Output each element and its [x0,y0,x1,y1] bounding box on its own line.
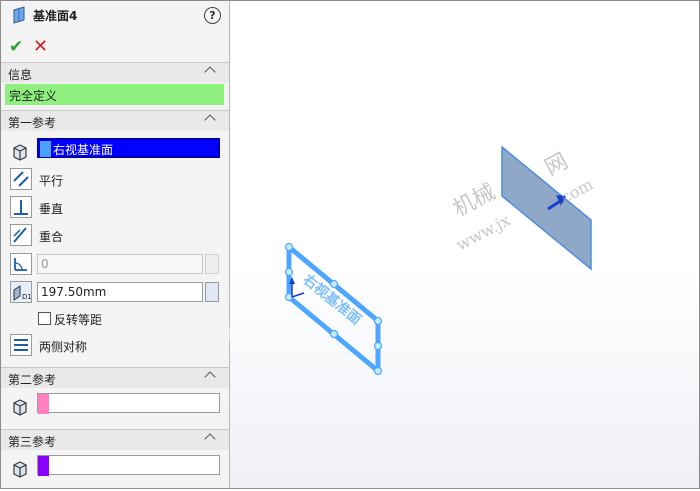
perpendicular-label: 垂直 [39,202,64,216]
distance-input[interactable]: 197.50mm [37,282,203,302]
watermark-text: 网 [541,149,572,181]
second-reference-selection[interactable] [37,393,220,414]
mid-plane-label: 两侧对称 [39,340,88,354]
flip-offset-label: 反转等距 [54,313,103,327]
offset-distance-button[interactable]: D1 [10,281,32,303]
plane-feature-icon [13,6,25,24]
info-section-title: 信息 [8,68,33,82]
offset-distance-icon: D1 [13,285,32,301]
third-reference-header[interactable]: 第三参考 [1,429,229,450]
third-reference-selection[interactable] [37,455,220,476]
flip-offset-checkbox[interactable] [38,312,51,325]
coincident-button[interactable] [10,224,32,246]
selection-color-swatch [38,456,49,476]
plane-handle[interactable] [284,267,294,277]
plane-handle[interactable] [329,279,339,289]
angle-spinner[interactable] [205,254,219,274]
angle-icon [14,258,27,271]
perpendicular-icon [14,200,28,215]
coincident-label: 重合 [39,230,64,244]
mid-plane-button[interactable] [10,334,32,356]
first-reference-value: 右视基准面 [53,143,114,157]
selection-color-swatch [40,141,51,157]
angle-input[interactable]: 0 [37,254,203,274]
angle-button[interactable] [10,253,32,275]
plane-handle[interactable] [373,341,383,351]
info-section-header[interactable]: 信息 [1,62,229,83]
plane-handle[interactable] [373,366,383,376]
graphics-viewport[interactable]: 右视基准面 机械 网 www.jx .com [230,1,699,488]
help-icon[interactable]: ? [204,7,221,24]
chevron-up-icon[interactable] [204,114,216,126]
distance-value: 197.50mm [41,285,107,299]
status-text: 完全定义 [9,89,58,103]
chevron-up-icon[interactable] [204,433,216,445]
third-reference-title: 第三参考 [8,435,57,449]
chevron-up-icon[interactable] [204,371,216,383]
first-reference-title: 第一参考 [8,116,57,130]
coincident-icon [13,227,27,243]
parallel-label: 平行 [39,174,64,188]
reference-cube-icon [13,461,27,478]
first-reference-header[interactable]: 第一参考 [1,110,229,131]
second-reference-header[interactable]: 第二参考 [1,367,229,388]
feature-title: 基准面4 [33,9,78,23]
origin-x-axis [291,292,305,298]
second-reference-title: 第二参考 [8,373,57,387]
selection-color-swatch [38,394,49,414]
angle-value: 0 [41,257,49,271]
plane-handle[interactable] [329,329,339,339]
status-bar: 完全定义 [5,84,224,105]
property-manager-panel: 基准面4 ? ✔ ✕ 信息 完全定义 第一参考 右视基准面 平行 垂直 重合 0… [1,1,230,488]
cancel-button[interactable]: ✕ [33,36,48,57]
perpendicular-button[interactable] [10,196,32,218]
plane-handle[interactable] [373,316,383,326]
mid-plane-icon [14,339,28,351]
svg-text:D1: D1 [22,293,31,301]
chevron-up-icon[interactable] [204,66,216,78]
first-reference-selection[interactable]: 右视基准面 [37,138,220,158]
plane-handle[interactable] [284,242,294,252]
ok-button[interactable]: ✔ [9,37,23,57]
parallel-button[interactable] [10,168,32,190]
watermark-url: .com [553,175,596,210]
reference-cube-icon [13,399,27,416]
viewport-canvas: 右视基准面 机械 网 www.jx .com [284,145,596,376]
reference-cube-icon [13,144,27,161]
distance-spinner[interactable] [205,282,219,302]
parallel-icon [13,171,29,187]
